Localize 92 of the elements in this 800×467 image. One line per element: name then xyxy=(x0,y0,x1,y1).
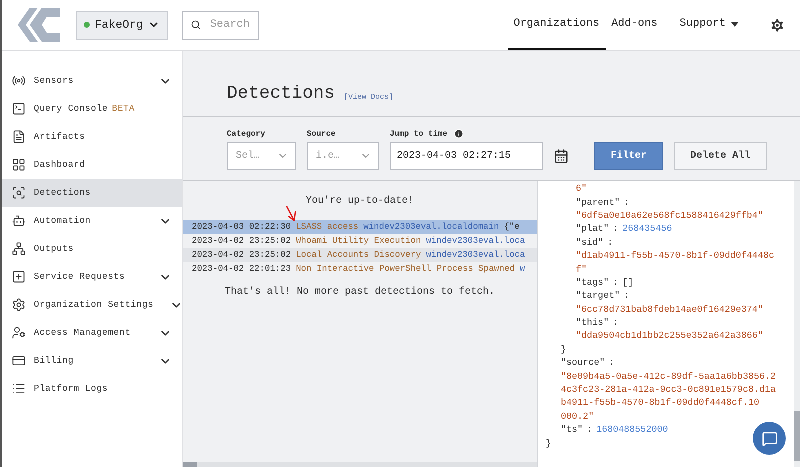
json-punctuation: } xyxy=(546,438,552,449)
json-key: "parent" xyxy=(576,196,620,208)
sidebar-icon xyxy=(12,298,26,312)
detection-host: windev2303eval.loca xyxy=(426,250,526,260)
sidebar-item[interactable]: Service Requests xyxy=(2,263,182,291)
json-string: "dda9504cb1d1bb2c255e352a642a3866" xyxy=(576,330,764,342)
delete-button[interactable]: Delete All xyxy=(674,142,767,170)
nav-tab[interactable]: Organizations xyxy=(508,0,606,50)
json-key: "ts" xyxy=(561,424,584,436)
sidebar-icon xyxy=(12,74,26,88)
nav-tab[interactable]: Add-ons xyxy=(606,0,664,50)
json-punctuation: : xyxy=(624,196,630,208)
json-key: "target" xyxy=(576,290,620,302)
field-label: Source xyxy=(307,130,337,139)
json-key: "source" xyxy=(561,357,606,368)
sidebar-item[interactable]: Query Console BETA xyxy=(2,95,182,123)
info-icon[interactable] xyxy=(454,129,464,139)
json-number: 268435456 xyxy=(622,223,672,234)
field-label: Jump to time xyxy=(390,130,448,138)
detection-name: LSASS access xyxy=(296,222,359,232)
page-title: Detections xyxy=(227,84,336,104)
settings-icon[interactable] xyxy=(769,16,786,34)
search-icon xyxy=(191,18,202,32)
detection-name: Local Accounts Discovery xyxy=(296,250,422,260)
organization-selector[interactable]: FakeOrg xyxy=(76,10,168,40)
sidebar-icon xyxy=(12,242,26,256)
sidebar-item[interactable]: Outputs xyxy=(2,235,182,263)
sidebar-item[interactable]: Dashboard xyxy=(2,151,182,179)
detection-time: 2023-04-02 23:25:02 xyxy=(192,236,292,246)
search-field[interactable]: Search xyxy=(182,10,260,40)
sidebar-item[interactable]: Automation xyxy=(2,207,182,235)
json-key: "this" xyxy=(576,317,610,328)
json-string: 6" xyxy=(576,183,588,194)
sidebar-icon xyxy=(12,326,26,340)
detection-details: {"e xyxy=(504,222,520,232)
sidebar-icon xyxy=(12,214,26,228)
calendar-icon[interactable] xyxy=(554,149,569,164)
json-string: "6cc78d731bab8fdeb14ae0f16429e374" xyxy=(576,304,764,315)
json-key: "sid" xyxy=(576,236,604,248)
json-punctuation: : xyxy=(613,223,619,234)
vertical-scrollbar[interactable] xyxy=(794,181,800,467)
sidebar-icon xyxy=(12,186,26,200)
json-punctuation: : xyxy=(613,317,619,328)
sidebar-item[interactable]: Billing xyxy=(2,347,182,375)
detection-time: 2023-04-02 23:25:02 xyxy=(192,250,292,260)
json-string: "6df5a0e10a62e568fc1588416429ffb4" xyxy=(576,210,764,221)
json-punctuation: : xyxy=(624,290,630,302)
detection-host: windev2303eval.loca xyxy=(426,236,526,246)
json-string: 4c3fc23-281a-412a-9cc3-0c891e1579c8.d1a xyxy=(561,384,776,396)
json-number: 1680488552000 xyxy=(596,424,668,436)
sidebar-icon xyxy=(12,270,26,284)
json-key: "plat" xyxy=(576,223,610,234)
sidebar-icon xyxy=(12,354,26,368)
filter-button[interactable]: Filter xyxy=(594,142,663,170)
detection-time: 2023-04-03 02:22:30 xyxy=(192,222,292,232)
horizontal-scrollbar[interactable] xyxy=(183,462,537,467)
json-string: "8e09b4a5-0a5e-412c-89df-5aa1a6bb3856.2 xyxy=(561,370,776,382)
chat-button[interactable] xyxy=(753,422,786,455)
field-label: Category xyxy=(227,130,266,139)
status-dot xyxy=(84,22,90,28)
json-string: f" xyxy=(576,264,588,275)
sidebar-item[interactable]: Artifacts xyxy=(2,123,182,151)
json-key: "tags" xyxy=(576,276,610,288)
json-string: b4911-f55b-4570-8b1f-09dd0f4448cf.10 xyxy=(561,397,760,408)
json-punctuation: : xyxy=(608,236,614,248)
sidebar-icon xyxy=(12,130,26,144)
sidebar-icon xyxy=(12,158,26,172)
json-punctuation: : xyxy=(609,357,615,368)
sidebar-item[interactable]: Organization Settings xyxy=(2,291,182,319)
time-input[interactable]: 2023-04-03 02:27:15 xyxy=(390,142,543,170)
detection-name: Whoami Utility Execution xyxy=(296,236,422,246)
detection-host: windev2303eval.localdomain xyxy=(364,222,500,232)
json-punctuation: } xyxy=(561,344,567,355)
json-punctuation: [] xyxy=(622,276,634,288)
detection-row[interactable]: 2023-04-03 02:22:30 LSASS access windev2303eval.localdomain {"e xyxy=(183,220,537,234)
json-string: 000.2" xyxy=(561,410,594,422)
detection-host: w xyxy=(520,264,526,274)
detection-time: 2023-04-02 22:01:23 xyxy=(192,264,292,274)
sidebar-item[interactable]: Detections xyxy=(2,179,182,207)
detection-row[interactable]: 2023-04-02 23:25:02 Local Accounts Discovery windev2303eval.loca xyxy=(183,248,537,262)
json-string: "d1ab4911-f55b-4570-8b1f-09dd0f4448c xyxy=(576,250,774,262)
json-punctuation: : xyxy=(613,276,619,288)
end-message: That's all! No more past detections to fetch. xyxy=(224,286,496,300)
sidebar-item[interactable]: Sensors xyxy=(2,67,182,95)
sidebar-item[interactable]: Access Management xyxy=(2,319,182,347)
sidebar-icon xyxy=(12,102,26,116)
status-message: You're up-to-date! xyxy=(306,196,414,207)
chat-icon xyxy=(762,430,778,446)
nav-tab[interactable]: Support xyxy=(674,0,745,50)
detection-name: Non Interactive PowerShell Process Spawned xyxy=(296,264,516,274)
sidebar-item[interactable]: Platform Logs xyxy=(2,375,182,403)
json-punctuation: : xyxy=(587,424,593,436)
